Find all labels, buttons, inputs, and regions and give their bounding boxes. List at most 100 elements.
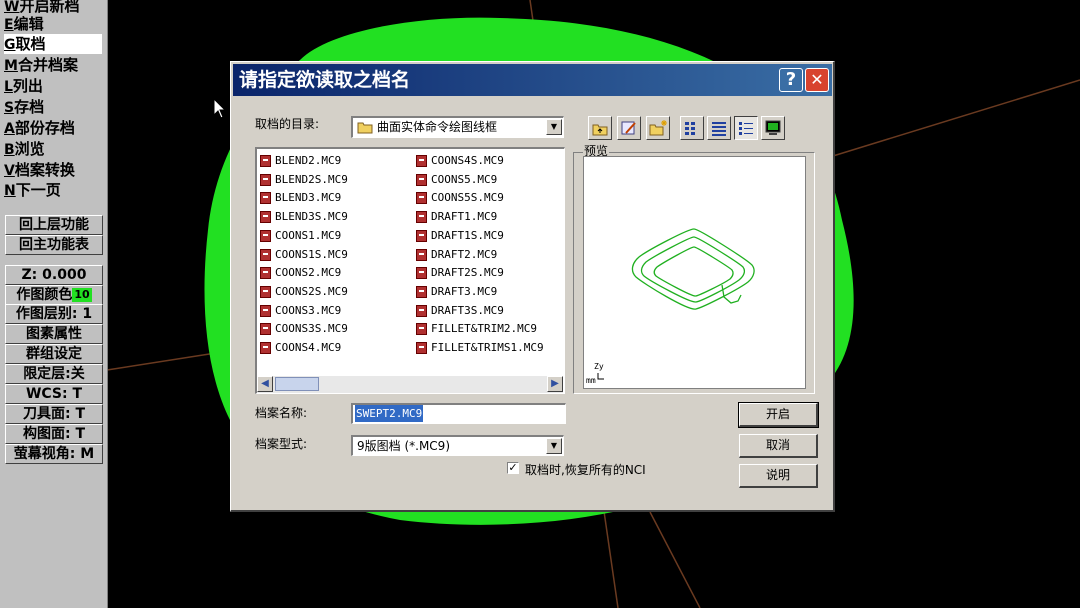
color-button[interactable]: 作图颜色 10 (5, 285, 103, 305)
chevron-down-icon[interactable]: ▼ (546, 119, 562, 135)
file-icon (416, 285, 427, 298)
monitor-icon (765, 120, 781, 135)
file-name: COONS3S.MC9 (275, 322, 348, 336)
file-name: BLEND3.MC9 (275, 191, 342, 205)
menu-item-convert[interactable]: V档案转换 (4, 160, 102, 180)
file-name: COONS2.MC9 (275, 266, 342, 280)
file-item[interactable]: COONS5S.MC9 (416, 189, 504, 207)
file-item[interactable]: DRAFT1S.MC9 (416, 227, 504, 245)
file-name: BLEND2S.MC9 (275, 172, 348, 186)
file-name: DRAFT1S.MC9 (431, 228, 504, 242)
file-icon (416, 267, 427, 280)
file-name: FILLET&TRIM2.MC9 (431, 322, 537, 336)
file-item[interactable]: FILLET&TRIMS1.MC9 (416, 339, 544, 357)
filename-input[interactable]: SWEPT2.MC9 (351, 403, 566, 424)
file-name: COONS1S.MC9 (275, 247, 348, 261)
file-icon (416, 323, 427, 336)
up-folder-button[interactable] (588, 116, 612, 140)
file-item[interactable]: DRAFT3.MC9 (416, 283, 497, 301)
file-icon (260, 211, 271, 224)
file-icon (260, 285, 271, 298)
file-item[interactable]: FILLET&TRIM2.MC9 (416, 320, 537, 338)
file-item[interactable]: COONS4S.MC9 (416, 152, 504, 170)
filetype-combo[interactable]: 9版图档 (*.MC9) ▼ (351, 435, 564, 456)
file-item[interactable]: COONS1S.MC9 (260, 246, 348, 264)
file-name: COONS3.MC9 (275, 303, 342, 317)
file-item[interactable]: COONS5.MC9 (416, 171, 497, 189)
file-item[interactable]: DRAFT3S.MC9 (416, 302, 504, 320)
z-depth-button[interactable]: Z: 0.000 (5, 265, 103, 285)
chevron-down-icon[interactable]: ▼ (546, 438, 562, 454)
main-menu-panel: W开启新档 E编辑 G取档 M合并档案 L列出 S存档 A部份存档 B浏览 V档… (0, 0, 108, 608)
graphics-view-button[interactable]: 萤幕视角: M (5, 444, 103, 464)
color-swatch: 10 (72, 288, 92, 302)
file-list[interactable]: BLEND2.MC9 BLEND2S.MC9 BLEND3.MC9 BLEND3S.M… (255, 147, 565, 394)
menu-item-merge[interactable]: M合并档案 (4, 55, 102, 75)
file-icon (260, 323, 271, 336)
menu-item-edit[interactable]: E编辑 (4, 14, 102, 34)
wcs-button[interactable]: WCS: T (5, 384, 103, 404)
menu-item-list[interactable]: L列出 (4, 76, 102, 96)
file-item[interactable]: DRAFT2.MC9 (416, 246, 497, 264)
open-file-dialog: 请指定欲读取之档名 ? ✕ 取档的目录: 曲面实体命令绘图线框 ▼ BLEND2… (230, 61, 835, 512)
directory-combo[interactable]: 曲面实体命令绘图线框 ▼ (351, 116, 564, 138)
large-icons-button[interactable] (680, 116, 704, 140)
scroll-thumb[interactable] (275, 377, 319, 391)
file-item[interactable]: COONS3.MC9 (260, 302, 341, 320)
cancel-button[interactable]: 取消 (739, 434, 818, 458)
list-view-icon (712, 122, 726, 136)
file-name: COONS4S.MC9 (431, 154, 504, 167)
menu-item-browse[interactable]: B浏览 (4, 139, 102, 159)
details-view-button[interactable] (734, 116, 758, 140)
preview-canvas: Zy mm (583, 156, 806, 389)
browse-button[interactable] (617, 116, 641, 140)
file-icon (416, 248, 427, 261)
menu-item-save[interactable]: S存档 (4, 97, 102, 117)
groups-button[interactable]: 群组设定 (5, 344, 103, 364)
file-item[interactable]: BLEND3.MC9 (260, 189, 341, 207)
preview-toggle-button[interactable] (761, 116, 785, 140)
new-folder-button[interactable] (646, 116, 670, 140)
file-icon (416, 155, 427, 167)
file-icon (260, 229, 271, 242)
restore-nci-checkbox[interactable]: ✓ (507, 462, 519, 474)
file-item[interactable]: COONS2.MC9 (260, 264, 341, 282)
list-view-button[interactable] (707, 116, 731, 140)
file-item[interactable]: BLEND2.MC9 (260, 152, 341, 170)
file-icon (260, 304, 271, 317)
file-item[interactable]: COONS2S.MC9 (260, 283, 348, 301)
dialog-title: 请指定欲读取之档名 (239, 69, 411, 91)
scroll-left-icon[interactable]: ◀ (257, 376, 273, 392)
menu-item-save-some[interactable]: A部份存档 (4, 118, 102, 138)
close-icon[interactable]: ✕ (805, 68, 829, 92)
file-name: DRAFT3S.MC9 (431, 303, 504, 317)
file-item[interactable]: DRAFT1.MC9 (416, 208, 497, 226)
attributes-button[interactable]: 图素属性 (5, 324, 103, 344)
file-item[interactable]: DRAFT2S.MC9 (416, 264, 504, 282)
construction-plane-button[interactable]: 构图面: T (5, 424, 103, 444)
filename-value: SWEPT2.MC9 (355, 405, 424, 422)
level-button[interactable]: 作图层别: 1 (5, 304, 103, 324)
file-item[interactable]: COONS4.MC9 (260, 339, 341, 357)
file-item[interactable]: BLEND3S.MC9 (260, 208, 348, 226)
file-item[interactable]: COONS1.MC9 (260, 227, 341, 245)
dialog-titlebar[interactable]: 请指定欲读取之档名 ? ✕ (233, 64, 832, 96)
menu-item-next-page[interactable]: N下一页 (4, 180, 102, 200)
back-up-menu-button[interactable]: 回上层功能 (5, 215, 103, 235)
file-icon (416, 211, 427, 224)
help-button[interactable]: 说明 (739, 464, 818, 488)
new-folder-icon (649, 120, 667, 136)
open-button[interactable]: 开启 (738, 402, 819, 428)
scroll-right-icon[interactable]: ▶ (547, 376, 563, 392)
file-icon (260, 248, 271, 261)
tool-plane-button[interactable]: 刀具面: T (5, 404, 103, 424)
file-name: COONS4.MC9 (275, 341, 342, 354)
file-item[interactable]: BLEND2S.MC9 (260, 171, 348, 189)
mask-level-button[interactable]: 限定层:关 (5, 364, 103, 384)
file-item[interactable]: COONS3S.MC9 (260, 320, 348, 338)
main-menu-button[interactable]: 回主功能表 (5, 235, 103, 255)
menu-item-get[interactable]: G取档 (4, 34, 102, 54)
help-icon[interactable]: ? (779, 68, 803, 92)
axis-indicator: Zy mm (586, 362, 604, 385)
horizontal-scrollbar[interactable]: ◀ ▶ (257, 376, 563, 393)
